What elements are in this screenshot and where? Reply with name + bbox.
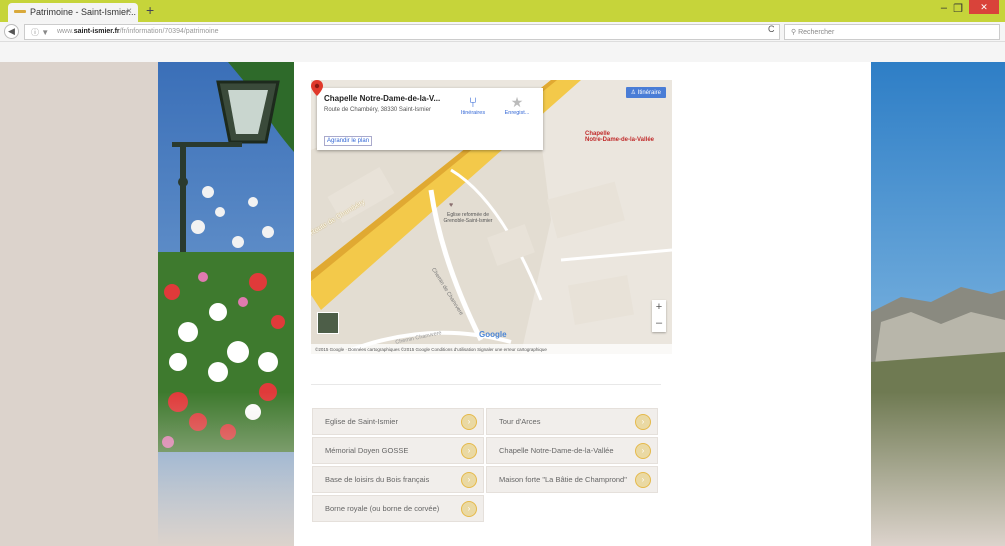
arrow-right-icon[interactable]: ›	[635, 443, 651, 459]
link-label: Tour d'Arces	[499, 416, 541, 426]
directions-label: Itinéraire	[637, 90, 661, 96]
link-item[interactable]: Mémorial Doyen GOSSE ›	[312, 437, 484, 464]
search-input[interactable]: ⚲ Rechercher	[784, 24, 1000, 40]
link-label: Mémorial Doyen GOSSE	[325, 445, 409, 455]
mountain-image	[871, 62, 1005, 546]
search-icon: ⚲	[791, 29, 797, 36]
flowers-lamp-image	[158, 62, 294, 546]
itinerary-label: Itinéraires	[460, 110, 486, 116]
link-item[interactable]: Borne royale (ou borne de corvée) ›	[312, 495, 484, 522]
directions-button[interactable]: ♙ Itinéraire	[625, 87, 666, 98]
star-icon: ★	[510, 94, 524, 110]
link-item[interactable]: Chapelle Notre-Dame-de-la-Vallée ›	[486, 437, 658, 464]
tab-title: Patrimoine - Saint-Ismier...	[30, 7, 137, 17]
google-logo: Google	[479, 330, 507, 339]
church-icon: ♥	[449, 202, 454, 209]
browser-navbar: ◀ ⓘ ▼ www.saint-ismier.fr/fr/information…	[0, 22, 1005, 42]
reload-button[interactable]: C	[768, 24, 775, 34]
browser-titlebar: Patrimoine - Saint-Ismier... × + – ❐ ✕	[0, 0, 1005, 22]
place-info-card: Chapelle Notre-Dame-de-la-V... Route de …	[317, 88, 543, 150]
location-pin-icon[interactable]	[311, 80, 323, 100]
pin-label: Chapelle Notre-Dame-de-la-Vallée	[585, 131, 654, 143]
minimize-button[interactable]: –	[941, 2, 947, 14]
poi-label: Eglise reformée de Grenoble-Saint-Ismier	[443, 212, 493, 224]
back-button[interactable]: ◀	[4, 24, 19, 39]
favicon-icon	[14, 10, 26, 13]
maximize-button[interactable]: ❐	[953, 2, 963, 15]
url-bar[interactable]: ⓘ ▼ www.saint-ismier.fr/fr/information/7…	[24, 24, 780, 40]
site-info-icon[interactable]: ⓘ ▼	[31, 27, 49, 38]
satellite-view-toggle[interactable]	[317, 312, 339, 334]
link-label: Eglise de Saint-Ismier	[325, 416, 398, 426]
page-top-strip	[0, 42, 1005, 62]
itinerary-button[interactable]: ⑂ Itinéraires	[453, 94, 493, 116]
arrow-right-icon[interactable]: ›	[635, 414, 651, 430]
link-label: Chapelle Notre-Dame-de-la-Vallée	[499, 445, 614, 455]
save-label: Enregist...	[504, 110, 530, 116]
link-label: Borne royale (ou borne de corvée)	[325, 503, 440, 513]
save-place-button[interactable]: ★ Enregist...	[497, 94, 537, 116]
link-item[interactable]: Base de loisirs du Bois français ›	[312, 466, 484, 493]
link-label: Base de loisirs du Bois français	[325, 474, 430, 484]
new-tab-button[interactable]: +	[146, 2, 154, 18]
link-item[interactable]: Tour d'Arces ›	[486, 408, 658, 435]
link-label: Maison forte "La Bâtie de Champrond"	[499, 474, 627, 484]
link-item[interactable]: Maison forte "La Bâtie de Champrond" ›	[486, 466, 658, 493]
zoom-in-button[interactable]: +	[652, 300, 666, 316]
tab-close-icon[interactable]: ×	[126, 6, 132, 17]
url-domain: saint-ismier.fr	[73, 28, 120, 35]
close-window-button[interactable]: ✕	[969, 0, 999, 14]
pin-label-line2: Notre-Dame-de-la-Vallée	[585, 137, 655, 143]
enlarge-map-link[interactable]: Agrandir le plan	[324, 136, 373, 146]
google-map[interactable]: Chapelle Notre-Dame-de-la-V... Route de …	[311, 80, 672, 354]
link-item[interactable]: Eglise de Saint-Ismier ›	[312, 408, 484, 435]
place-address: Route de Chambéry, 38330 Saint-Ismier	[324, 107, 431, 113]
directions-icon: ⑂	[468, 94, 478, 110]
url-prefix: www.	[57, 28, 74, 35]
zoom-control: + –	[652, 300, 666, 332]
map-footer: ©2015 Google · Données cartographiques ©…	[311, 344, 672, 354]
arrow-right-icon[interactable]: ›	[461, 443, 477, 459]
zoom-out-button[interactable]: –	[652, 316, 666, 332]
arrow-right-icon[interactable]: ›	[635, 472, 651, 488]
arrow-right-icon[interactable]: ›	[461, 472, 477, 488]
main-content: Chapelle Notre-Dame-de-la-V... Route de …	[294, 62, 871, 546]
arrow-right-icon[interactable]: ›	[461, 414, 477, 430]
arrow-right-icon[interactable]: ›	[461, 501, 477, 517]
person-icon: ♙	[630, 90, 638, 96]
separator	[311, 384, 661, 385]
browser-tab[interactable]: Patrimoine - Saint-Ismier... ×	[8, 3, 138, 22]
url-path: /fr/information/70394/patrimoine	[119, 28, 219, 35]
search-placeholder: Rechercher	[798, 29, 835, 36]
